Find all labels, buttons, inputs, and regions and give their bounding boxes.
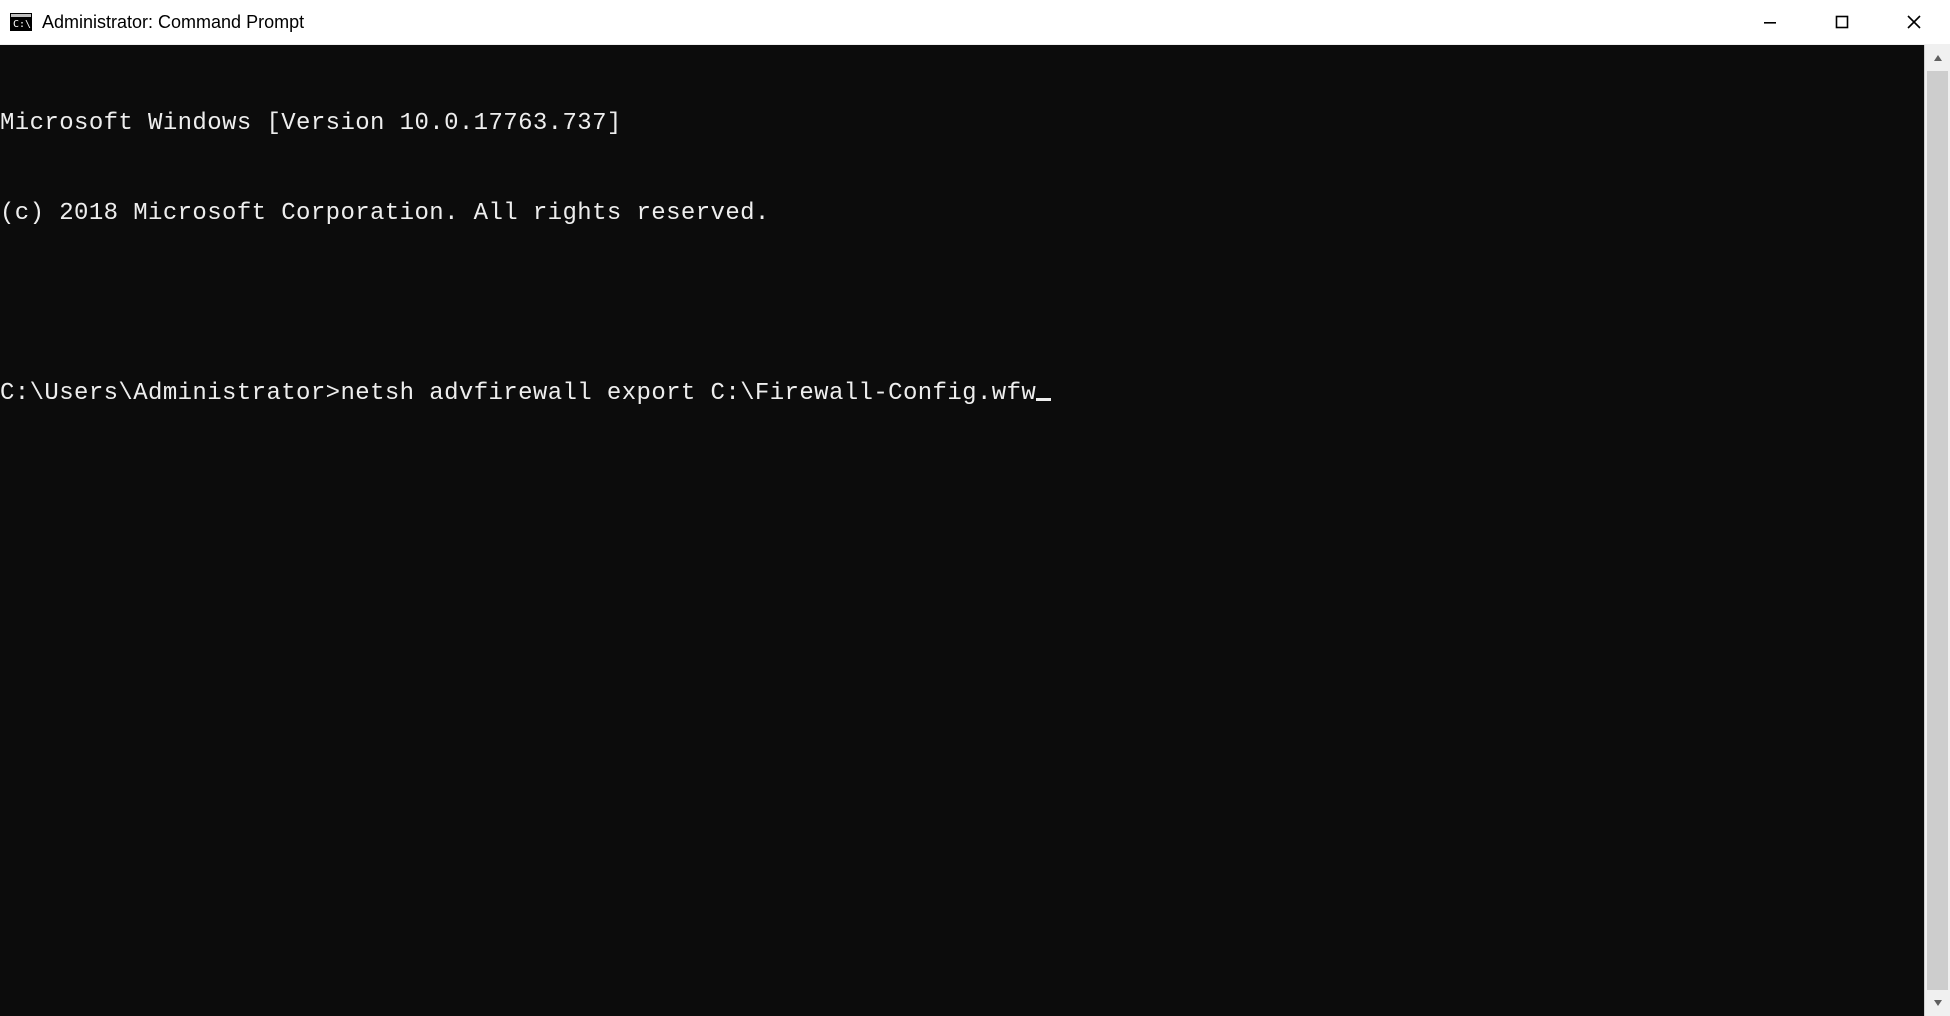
window-controls [1734,0,1950,44]
terminal-prompt-line: C:\Users\Administrator>netsh advfirewall… [0,379,1924,409]
window-title: Administrator: Command Prompt [42,12,304,33]
cmd-icon: C:\ [10,13,32,31]
maximize-button[interactable] [1806,0,1878,44]
terminal-line [0,289,1924,319]
svg-text:C:\: C:\ [13,19,31,30]
terminal-line: Microsoft Windows [Version 10.0.17763.73… [0,109,1924,139]
terminal-line: (c) 2018 Microsoft Corporation. All righ… [0,199,1924,229]
vertical-scrollbar[interactable] [1924,45,1950,1016]
minimize-button[interactable] [1734,0,1806,44]
scrollbar-thumb[interactable] [1927,71,1948,990]
command-text: netsh advfirewall export C:\Firewall-Con… [340,380,1036,407]
prompt-text: C:\Users\Administrator> [0,380,340,407]
scrollbar-track[interactable] [1925,71,1950,990]
scroll-down-button[interactable] [1925,990,1950,1016]
terminal-area[interactable]: Microsoft Windows [Version 10.0.17763.73… [0,45,1924,1016]
close-button[interactable] [1878,0,1950,44]
text-cursor [1036,398,1050,401]
scroll-up-button[interactable] [1925,45,1950,71]
command-prompt-window: C:\ Administrator: Command Prompt Micros… [0,0,1950,1016]
client-area: Microsoft Windows [Version 10.0.17763.73… [0,45,1950,1016]
titlebar[interactable]: C:\ Administrator: Command Prompt [0,0,1950,45]
